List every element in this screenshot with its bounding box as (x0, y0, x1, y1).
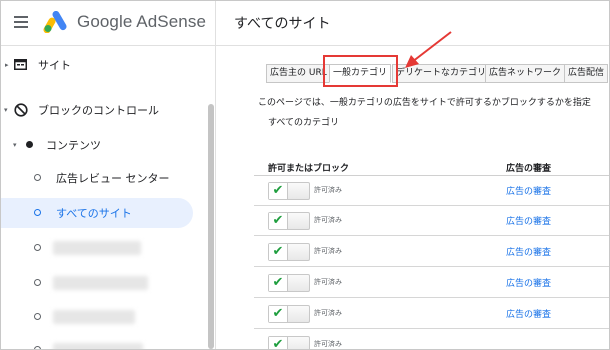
check-icon: ✔ (269, 275, 288, 291)
status-text: 許可済み (314, 278, 342, 286)
ad-review-link[interactable]: 広告の審査 (506, 307, 551, 320)
allow-toggle[interactable]: ✔ (268, 182, 310, 200)
circle-icon (34, 279, 41, 286)
brand-name: Google AdSense (77, 12, 206, 31)
check-icon: ✔ (269, 183, 288, 199)
tab-ad-serving[interactable]: 広告配信 (564, 64, 609, 83)
redacted-site-name (53, 241, 141, 255)
status-text: 許可済み (314, 247, 342, 255)
highlight-box (323, 55, 398, 87)
sidebar-item-site[interactable] (1, 268, 201, 298)
expand-down-icon: ▾ (4, 106, 8, 114)
ad-review-link[interactable]: 広告の審査 (506, 276, 551, 289)
block-icon (14, 103, 28, 117)
table-row: ✔ 許可済み 広告の審査 (254, 206, 609, 236)
allow-toggle[interactable]: ✔ (268, 243, 310, 261)
allow-toggle[interactable]: ✔ (268, 274, 310, 292)
expand-right-icon: ▸ (5, 61, 9, 69)
screenshot-frame: Google AdSense すべてのサイト ▸ サイト ▾ ブロックのコントロ… (0, 0, 610, 350)
sidebar-item-site[interactable] (1, 233, 201, 263)
sidebar-item-label: サイト (38, 59, 71, 72)
sidebar-item-site[interactable]: ▸ サイト (1, 50, 201, 80)
sidebar-scrollbar[interactable] (208, 104, 214, 349)
table-row: ✔ 許可済み (254, 330, 609, 349)
header-divider (215, 1, 216, 45)
table-row: ✔ 許可済み 広告の審査 (254, 237, 609, 267)
all-categories-label: すべてのカテゴリ (268, 118, 340, 128)
site-icon (14, 59, 27, 70)
table-row: ✔ 許可済み 広告の審査 (254, 176, 609, 206)
column-header-allow-block: 許可またはブロック (268, 164, 350, 174)
sidebar-item-label: コンテンツ (46, 139, 101, 152)
status-text: 許可済み (314, 340, 342, 348)
table-row: ✔ 許可済み 広告の審査 (254, 299, 609, 329)
redacted-site-name (53, 310, 135, 324)
column-header-ad-review: 広告の審査 (506, 164, 552, 174)
sidebar-item-label: すべてのサイト (56, 207, 132, 220)
sidebar-item-content[interactable]: ▾ コンテンツ (1, 130, 201, 160)
check-icon: ✔ (269, 306, 288, 322)
sidebar-item-site[interactable] (1, 302, 201, 332)
menu-icon[interactable] (14, 16, 28, 28)
sidebar: ▸ サイト ▾ ブロックのコントロール ▾ コンテンツ 広告レビュー センター … (1, 46, 216, 349)
allow-toggle[interactable]: ✔ (268, 212, 310, 230)
table-row: ✔ 許可済み 広告の審査 (254, 268, 609, 298)
circle-icon (34, 209, 41, 216)
sidebar-item-ad-review-center[interactable]: 広告レビュー センター (1, 163, 201, 193)
circle-icon (34, 244, 41, 251)
circle-icon (34, 174, 41, 181)
status-text: 許可済み (314, 309, 342, 317)
page-title: すべてのサイト (234, 16, 331, 32)
sidebar-item-all-sites[interactable]: すべてのサイト (1, 198, 193, 228)
sidebar-item-site[interactable] (1, 335, 201, 349)
sidebar-item-label: 広告レビュー センター (56, 172, 170, 185)
page-description: このページでは、一般カテゴリの広告をサイトで許可するかブロックするかを指定 (258, 98, 591, 108)
redacted-site-name (53, 276, 148, 290)
allow-toggle[interactable]: ✔ (268, 305, 310, 323)
red-arrow-icon (405, 31, 452, 68)
tab-ad-networks[interactable]: 広告ネットワーク (485, 64, 566, 83)
ad-review-link[interactable]: 広告の審査 (506, 184, 551, 197)
check-icon: ✔ (269, 244, 288, 260)
ad-review-link[interactable]: 広告の審査 (506, 214, 551, 227)
tab-advertiser-url[interactable]: 広告主の URL (266, 64, 331, 83)
circle-icon (34, 313, 41, 320)
status-text: 許可済み (314, 216, 342, 224)
status-text: 許可済み (314, 186, 342, 194)
check-icon: ✔ (269, 213, 288, 229)
ad-review-link[interactable]: 広告の審査 (506, 245, 551, 258)
redacted-site-name (53, 343, 143, 349)
circle-icon (34, 346, 41, 349)
bullet-icon (26, 141, 33, 148)
adsense-logo-icon (43, 11, 67, 33)
sidebar-item-label: ブロックのコントロール (38, 104, 159, 117)
expand-down-icon: ▾ (13, 141, 17, 149)
sidebar-item-block-controls[interactable]: ▾ ブロックのコントロール (1, 95, 201, 125)
allow-toggle[interactable]: ✔ (268, 336, 310, 349)
top-bar: Google AdSense すべてのサイト (1, 1, 609, 46)
check-icon: ✔ (269, 337, 288, 349)
